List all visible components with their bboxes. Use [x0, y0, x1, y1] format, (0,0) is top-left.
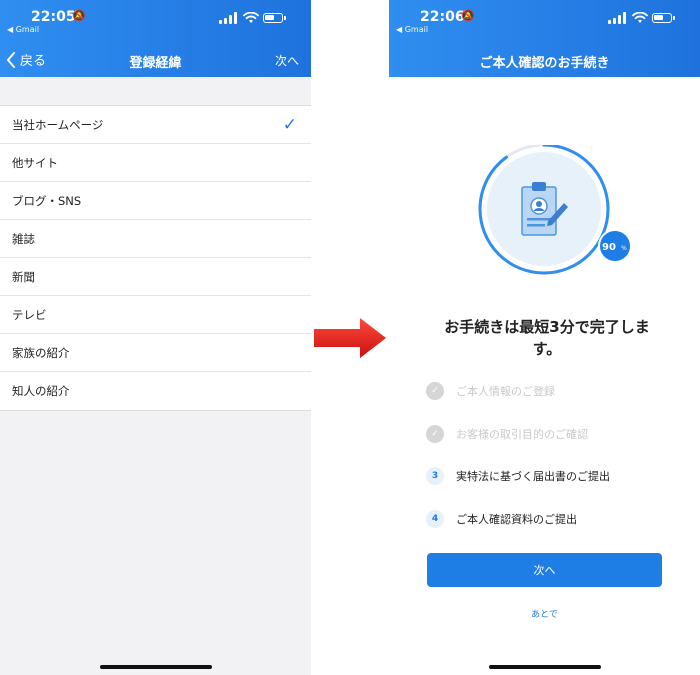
later-link[interactable]: あとで	[389, 607, 700, 620]
wifi-icon	[243, 12, 259, 23]
list-item-label: 家族の紹介	[12, 346, 70, 360]
progress-percent: 90	[602, 242, 616, 253]
list-item-label: 他サイト	[12, 156, 58, 170]
option-newspaper[interactable]: 新聞	[0, 258, 311, 296]
home-indicator	[488, 665, 601, 669]
battery-icon	[652, 13, 672, 23]
list-item-label: 雑誌	[12, 232, 35, 246]
status-time: 22:05	[31, 9, 76, 25]
list-item-label: 知人の紹介	[12, 384, 70, 398]
status-time: 22:06	[420, 9, 465, 25]
referral-options-list: 当社ホームページ ✓ 他サイト ブログ・SNS 雑誌 新聞 テレビ 家族の紹介 …	[0, 105, 311, 411]
option-family-referral[interactable]: 家族の紹介	[0, 334, 311, 372]
battery-icon	[263, 13, 283, 23]
checkmark-icon: ✓	[426, 382, 444, 400]
left-phone-screen: 22:05 🔕 ◀ Gmail 戻る 登録経緯 次へ 当社ホームページ ✓ 他サ…	[0, 0, 311, 675]
next-button[interactable]: 次へ	[275, 52, 299, 69]
progress-ring: 90 %	[478, 143, 634, 275]
status-icons	[608, 12, 678, 26]
step-number-badge: 3	[426, 467, 444, 485]
nav-header: 22:05 🔕 ◀ Gmail 戻る 登録経緯 次へ	[0, 0, 311, 77]
option-homepage[interactable]: 当社ホームページ ✓	[0, 106, 311, 144]
step-2: ✓ お客様の取引目的のご確認	[426, 423, 588, 445]
home-indicator	[99, 665, 212, 669]
step-3: 3 実特法に基づく届出書のご提出	[426, 465, 610, 487]
step-label: ご本人確認資料のご提出	[456, 513, 577, 526]
wifi-icon	[632, 12, 648, 23]
nav-header: 22:06 🔕 ◀ Gmail ご本人確認のお手続き	[389, 0, 700, 77]
right-phone-screen: 22:06 🔕 ◀ Gmail ご本人確認のお手続き 90 % お手続きは最短3…	[389, 0, 700, 675]
signal-icon	[219, 12, 241, 24]
checkmark-icon: ✓	[426, 425, 444, 443]
signal-icon	[608, 12, 630, 24]
headline: お手続きは最短3分で完了しま す。	[444, 318, 650, 358]
list-item-label: ブログ・SNS	[12, 194, 82, 208]
list-item-label: 当社ホームページ	[12, 118, 104, 132]
step-label: 実特法に基づく届出書のご提出	[456, 470, 610, 483]
page-title: ご本人確認のお手続き	[479, 56, 610, 71]
status-icons	[219, 12, 289, 26]
list-item-label: 新聞	[12, 270, 35, 284]
red-arrow-icon	[314, 318, 386, 358]
step-label: ご本人情報のご登録	[456, 385, 555, 398]
option-tv[interactable]: テレビ	[0, 296, 311, 334]
step-4: 4 ご本人確認資料のご提出	[426, 508, 577, 530]
step-number-badge: 4	[426, 510, 444, 528]
option-acquaintance-referral[interactable]: 知人の紹介	[0, 372, 311, 410]
option-magazine[interactable]: 雑誌	[0, 220, 311, 258]
checkmark-icon: ✓	[282, 115, 297, 135]
next-button[interactable]: 次へ	[427, 553, 662, 587]
back-to-gmail-link[interactable]: ◀ Gmail	[7, 25, 39, 34]
list-item-label: テレビ	[12, 308, 47, 322]
bell-slash-icon: 🔕	[72, 9, 86, 22]
option-blog-sns[interactable]: ブログ・SNS	[0, 182, 311, 220]
page-title: 登録経緯	[129, 56, 182, 71]
option-other-site[interactable]: 他サイト	[0, 144, 311, 182]
step-label: お客様の取引目的のご確認	[456, 428, 588, 441]
bell-slash-icon: 🔕	[461, 9, 475, 22]
step-1: ✓ ご本人情報のご登録	[426, 380, 555, 402]
back-to-gmail-link[interactable]: ◀ Gmail	[396, 25, 428, 34]
progress-percent-unit: %	[621, 245, 627, 252]
